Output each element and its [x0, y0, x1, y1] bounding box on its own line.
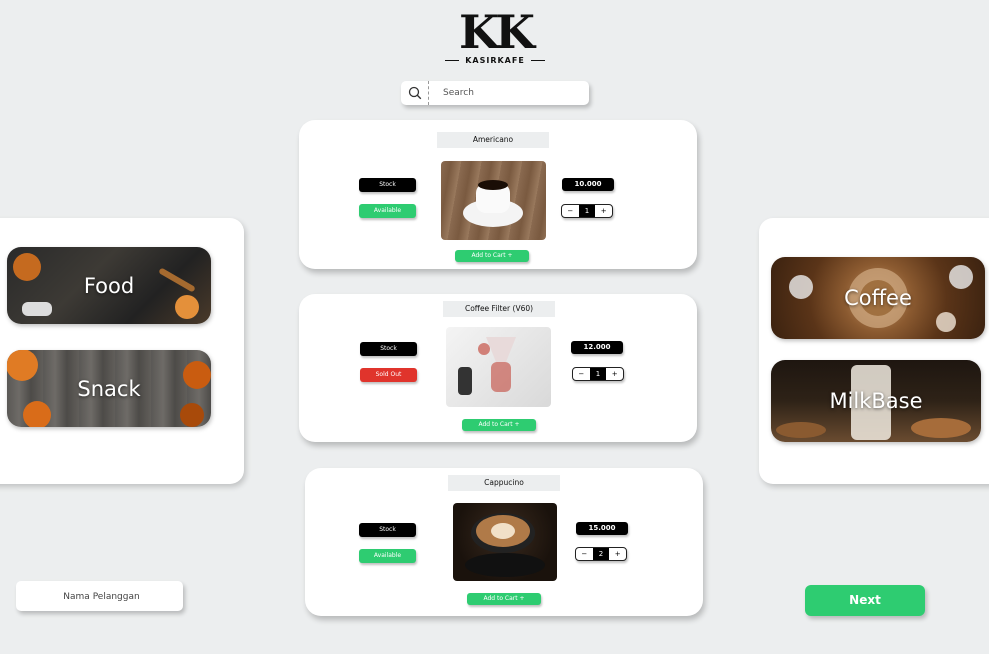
status-badge: Sold Out [360, 368, 417, 382]
americano-cup-image [463, 180, 523, 227]
v60-image [458, 337, 516, 395]
product-card-coffee-filter: Coffee Filter (V60) Stock Sold Out 12.00… [299, 294, 697, 442]
stock-badge: Stock [360, 342, 417, 356]
category-milkbase-label: MilkBase [829, 389, 923, 413]
logo-divider [445, 60, 460, 61]
increment-button[interactable]: + [609, 548, 626, 560]
right-category-panel: Coffee MilkBase [759, 218, 989, 484]
search-icon[interactable] [401, 81, 429, 105]
increment-button[interactable]: + [595, 205, 612, 217]
app-logo: KK KASIRKAFE [440, 8, 550, 68]
category-food[interactable]: Food [7, 247, 211, 324]
decrement-button[interactable]: − [562, 205, 579, 217]
category-milkbase[interactable]: MilkBase [771, 360, 981, 442]
category-coffee-label: Coffee [844, 286, 912, 310]
price-label: 10.000 [562, 178, 614, 191]
product-image [453, 503, 557, 581]
product-name: Cappucino [448, 475, 560, 491]
quantity-stepper[interactable]: − 1 + [561, 204, 613, 218]
decrement-button[interactable]: − [573, 368, 590, 380]
cappucino-cup-image [465, 513, 545, 577]
product-name: Coffee Filter (V60) [443, 301, 555, 317]
logo-divider [530, 60, 545, 61]
price-label: 12.000 [571, 341, 623, 354]
add-to-cart-button[interactable]: Add to Cart + [455, 250, 529, 262]
category-snack-label: Snack [77, 376, 141, 401]
search-input[interactable] [429, 87, 585, 99]
category-food-label: Food [83, 273, 135, 298]
quantity-value: 1 [589, 368, 607, 380]
logo-mark: KK [459, 5, 535, 59]
status-badge: Available [359, 549, 416, 563]
product-card-americano: Americano Stock Available 10.000 − 1 + A… [299, 120, 697, 269]
stock-badge: Stock [359, 523, 416, 537]
product-image [446, 327, 551, 407]
add-to-cart-button[interactable]: Add to Cart + [467, 593, 541, 605]
logo-name: KASIRKAFE [465, 56, 525, 65]
increment-button[interactable]: + [606, 368, 623, 380]
quantity-value: 2 [592, 548, 610, 560]
quantity-value: 1 [578, 205, 596, 217]
customer-name-field[interactable] [16, 581, 187, 613]
product-name: Americano [437, 132, 549, 148]
logo-name-row: KASIRKAFE [440, 56, 550, 65]
add-to-cart-button[interactable]: Add to Cart + [462, 419, 536, 431]
price-label: 15.000 [576, 522, 628, 535]
stock-badge: Stock [359, 178, 416, 192]
customer-name-input[interactable] [16, 581, 187, 613]
category-snack[interactable]: Snack [7, 350, 211, 427]
next-button[interactable]: Next [805, 585, 925, 616]
quantity-stepper[interactable]: − 2 + [575, 547, 627, 561]
search-bar[interactable] [401, 81, 589, 105]
category-coffee[interactable]: Coffee [771, 257, 985, 339]
status-badge: Available [359, 204, 416, 218]
product-image [441, 161, 546, 240]
product-card-cappucino: Cappucino Stock Available 15.000 − 2 + A… [305, 468, 703, 616]
decrement-button[interactable]: − [576, 548, 593, 560]
quantity-stepper[interactable]: − 1 + [572, 367, 624, 381]
left-category-panel: Food Snack [0, 218, 244, 484]
